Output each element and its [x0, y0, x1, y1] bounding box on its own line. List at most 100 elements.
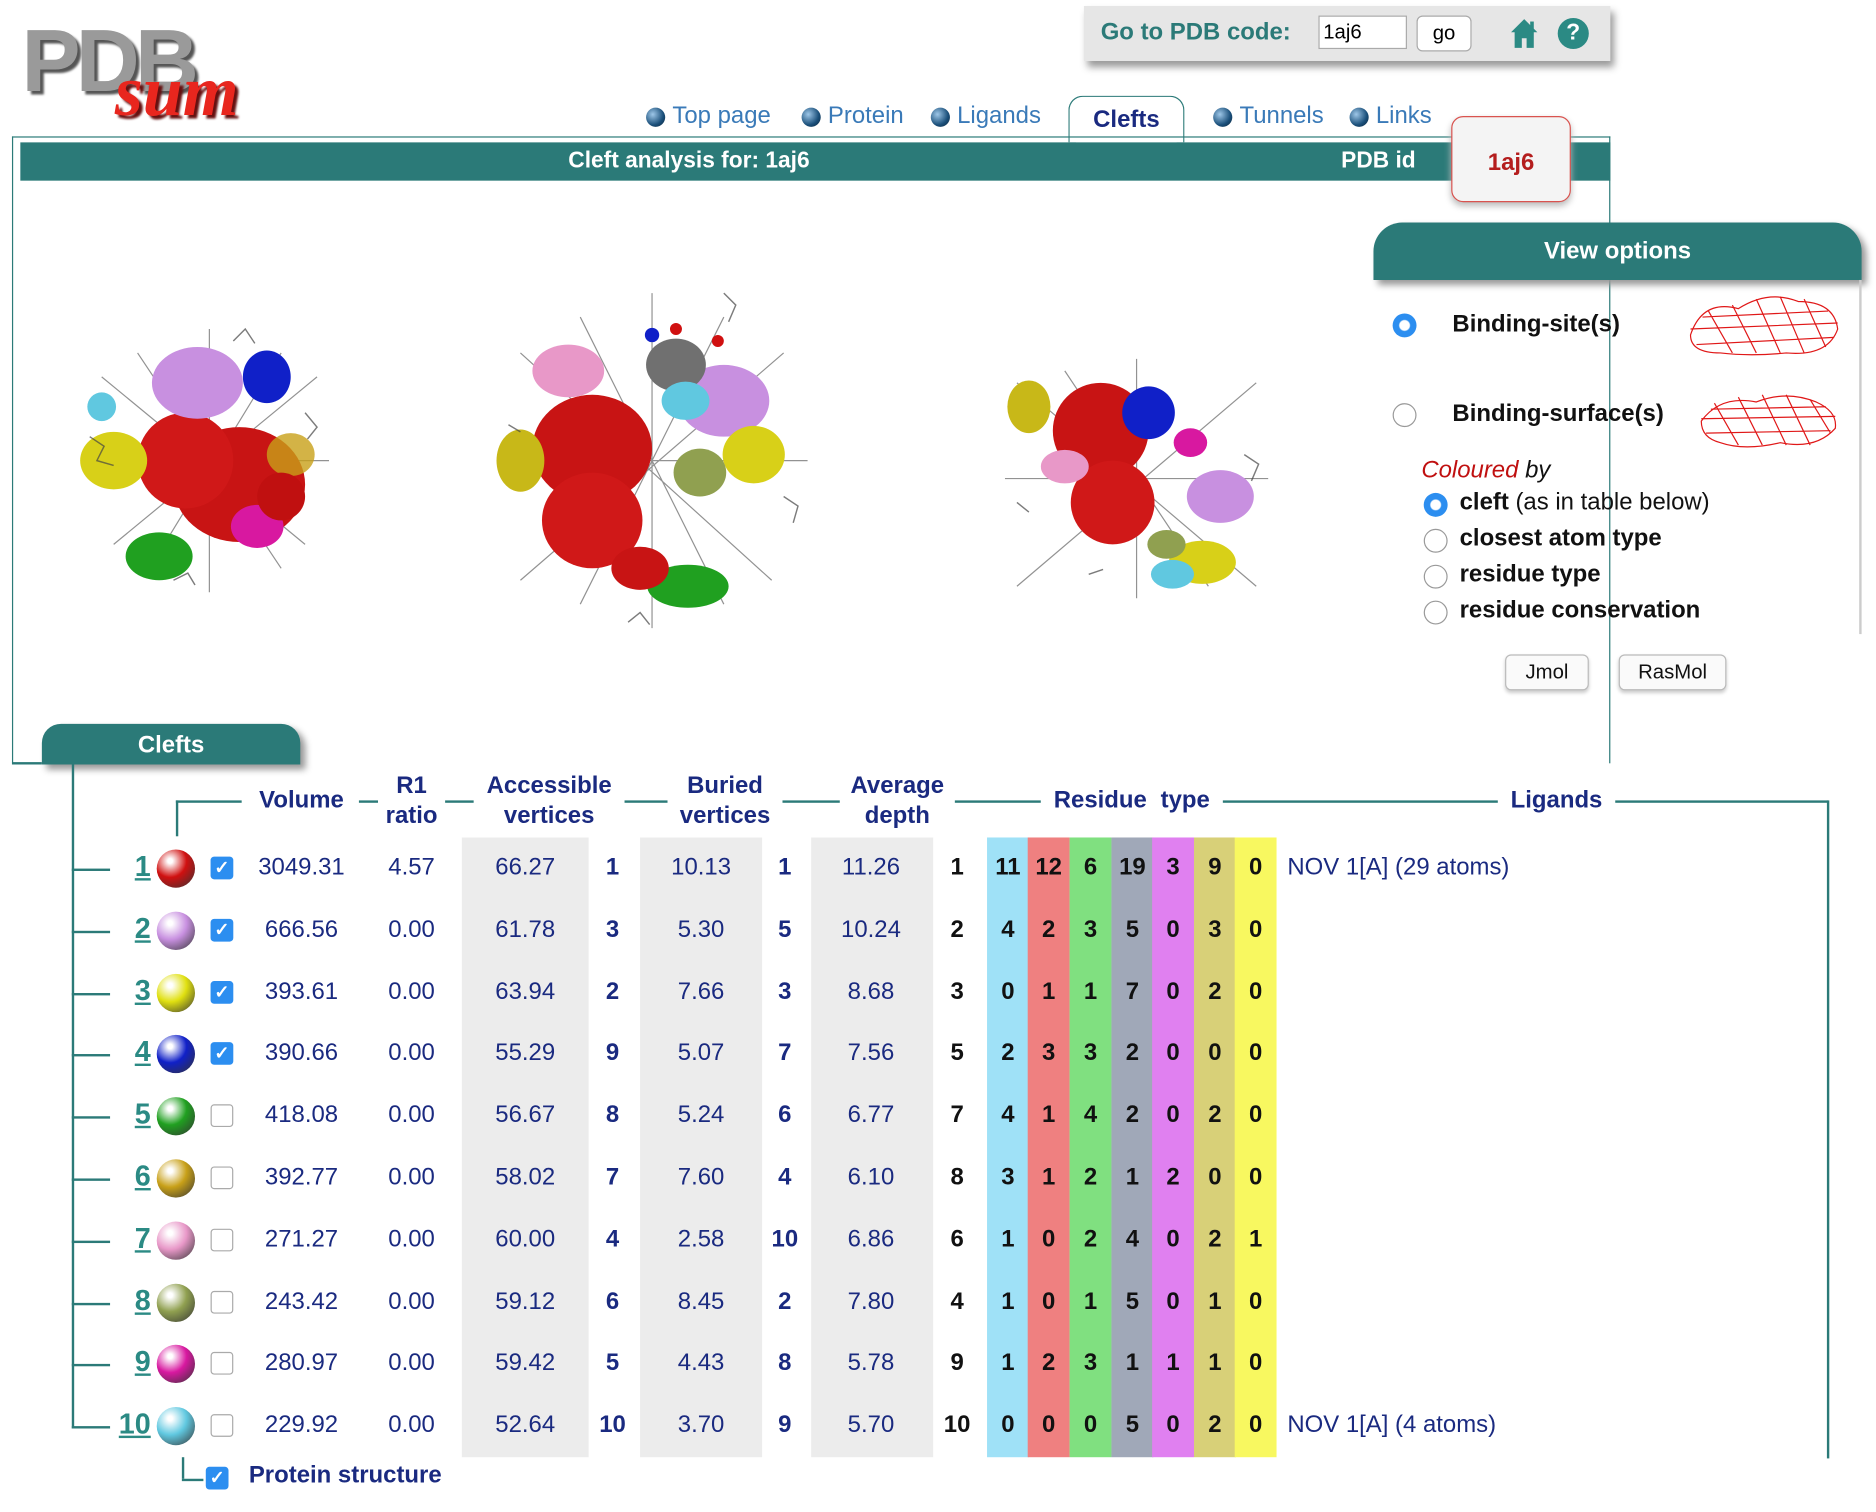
- colour-cleft-radio[interactable]: [1423, 492, 1448, 517]
- tab-tunnels[interactable]: Tunnels: [1213, 103, 1324, 131]
- cleft-show-checkbox[interactable]: [210, 1351, 234, 1375]
- cleft-number-link[interactable]: 6: [108, 1161, 151, 1194]
- cleft-show-checkbox[interactable]: ✓: [210, 1042, 234, 1065]
- cell-residue-count: 4: [1125, 1226, 1140, 1253]
- cell-accessible-rank: 9: [605, 1039, 620, 1066]
- cell-residue-count: 5: [1125, 1288, 1140, 1315]
- cell-buried-rank: 8: [778, 1349, 792, 1376]
- cell-accessible: 63.94: [495, 978, 556, 1005]
- header-line: Buried: [687, 772, 763, 800]
- molecule-view-1[interactable]: [66, 305, 353, 616]
- colour-cleft-label: cleft (as in table below): [1460, 489, 1710, 517]
- cell-accessible-rank: 3: [605, 916, 620, 943]
- header-buried: Buried vertices: [667, 771, 783, 832]
- cell-residue-count: 4: [1083, 1101, 1098, 1129]
- cell-accessible: 55.29: [495, 1039, 556, 1066]
- cleft-number-link[interactable]: 9: [108, 1346, 151, 1379]
- cleft-number-link[interactable]: 3: [108, 975, 151, 1008]
- cleft-show-checkbox[interactable]: ✓: [210, 856, 234, 880]
- coloured-word: Coloured: [1421, 457, 1519, 484]
- cleft-number-link[interactable]: 4: [108, 1036, 151, 1069]
- pdb-id-label: PDB id: [1341, 148, 1416, 174]
- home-icon[interactable]: [1510, 18, 1539, 49]
- rasmol-button[interactable]: RasMol: [1618, 654, 1727, 691]
- logo-sum-text: sum: [114, 51, 239, 131]
- cell-residue-count: 2: [1166, 1164, 1180, 1191]
- cleft-show-checkbox[interactable]: [210, 1290, 234, 1314]
- cell-r1-ratio: 0.00: [388, 1164, 435, 1191]
- cell-residue-count: 19: [1119, 854, 1146, 881]
- cell-r1-ratio: 0.00: [388, 1411, 435, 1439]
- header-depth: Average depth: [839, 771, 955, 832]
- cell-accessible: 60.00: [495, 1226, 556, 1253]
- pdb-code-input[interactable]: [1318, 15, 1407, 50]
- cell-depth-rank: 8: [950, 1164, 964, 1191]
- header-accessible: Accessible vertices: [473, 771, 625, 832]
- tab-clefts[interactable]: Clefts: [1068, 95, 1185, 143]
- pdb-id-badge: 1aj6: [1451, 116, 1571, 203]
- bullet-icon: [930, 107, 950, 127]
- cell-residue-count: 2: [1208, 1411, 1222, 1439]
- cleft-show-checkbox[interactable]: [210, 1414, 234, 1437]
- tab-ligands[interactable]: Ligands: [930, 103, 1041, 131]
- cell-residue-count: 2: [1083, 1164, 1098, 1191]
- jmol-button[interactable]: Jmol: [1505, 654, 1589, 691]
- colour-atom-type-radio[interactable]: [1423, 528, 1448, 553]
- cleft-number-link[interactable]: 2: [108, 913, 151, 946]
- cell-ligand-link[interactable]: NOV 1[A] (29 atoms): [1287, 854, 1509, 882]
- cleft-number-link[interactable]: 8: [108, 1285, 151, 1318]
- header-word: type: [1160, 787, 1210, 814]
- cell-buried: 5.24: [677, 1101, 725, 1129]
- cell-accessible: 56.67: [495, 1101, 556, 1129]
- bullet-icon: [1213, 107, 1233, 127]
- binding-surfaces-label: Binding-surface(s): [1452, 400, 1664, 428]
- molecule-view-2[interactable]: [485, 281, 820, 640]
- header-line: Average: [850, 772, 945, 800]
- cell-depth-rank: 9: [950, 1349, 964, 1376]
- cell-depth: 7.80: [847, 1288, 895, 1315]
- molecule-view-3[interactable]: [993, 347, 1280, 610]
- cell-accessible-rank: 6: [605, 1288, 620, 1315]
- cleft-show-checkbox[interactable]: ✓: [210, 981, 234, 1004]
- cell-depth-rank: 6: [950, 1226, 964, 1253]
- colour-conservation-label: residue conservation: [1459, 597, 1701, 624]
- cleft-number-link[interactable]: 1: [108, 851, 151, 884]
- cell-residue-count: 0: [1248, 916, 1263, 943]
- bullet-icon: [1349, 107, 1369, 127]
- cell-ligand-link[interactable]: NOV 1[A] (4 atoms): [1287, 1412, 1496, 1440]
- cell-residue-count: 0: [1041, 1411, 1056, 1439]
- cell-residue-count: 0: [1166, 1101, 1180, 1129]
- cleft-show-checkbox[interactable]: [210, 1166, 234, 1190]
- binding-sites-radio[interactable]: [1392, 313, 1417, 338]
- binding-surfaces-radio[interactable]: [1392, 403, 1417, 428]
- cleft-number-link[interactable]: 5: [108, 1098, 151, 1131]
- tab-protein[interactable]: Protein: [801, 103, 904, 131]
- header-r1-ratio: R1 ratio: [378, 771, 446, 832]
- go-button[interactable]: go: [1416, 15, 1472, 52]
- cell-volume: 3049.31: [258, 854, 345, 881]
- protein-structure-checkbox[interactable]: ✓: [205, 1466, 229, 1490]
- tab-links[interactable]: Links: [1349, 103, 1432, 131]
- tab-label: Top page: [672, 102, 771, 130]
- cleft-show-checkbox[interactable]: [210, 1104, 234, 1128]
- colour-conservation-radio[interactable]: [1423, 600, 1448, 625]
- cleft-show-checkbox[interactable]: [210, 1228, 234, 1252]
- tab-top-page[interactable]: Top page: [646, 103, 771, 131]
- cleft-show-checkbox[interactable]: ✓: [210, 918, 234, 942]
- colour-residue-type-radio[interactable]: [1423, 564, 1448, 589]
- cleft-number-link[interactable]: 7: [108, 1223, 151, 1256]
- cell-accessible-rank: 7: [605, 1164, 620, 1191]
- cell-volume: 243.42: [264, 1288, 339, 1315]
- cleft-color-sphere: [156, 1097, 196, 1136]
- cleft-number-link[interactable]: 10: [108, 1408, 151, 1441]
- cell-residue-count: 0: [1166, 1411, 1180, 1439]
- cell-residue-count: 1: [1208, 1349, 1222, 1376]
- cell-residue-count: 12: [1035, 854, 1062, 881]
- cell-buried-rank: 9: [778, 1411, 792, 1439]
- cell-residue-count: 1: [1208, 1288, 1222, 1315]
- cell-depth-rank: 4: [950, 1288, 964, 1315]
- cell-volume: 229.92: [264, 1411, 339, 1439]
- cell-residue-count: 1: [1001, 1349, 1015, 1376]
- help-icon[interactable]: ?: [1557, 17, 1589, 50]
- header-word: Residue: [1053, 787, 1147, 814]
